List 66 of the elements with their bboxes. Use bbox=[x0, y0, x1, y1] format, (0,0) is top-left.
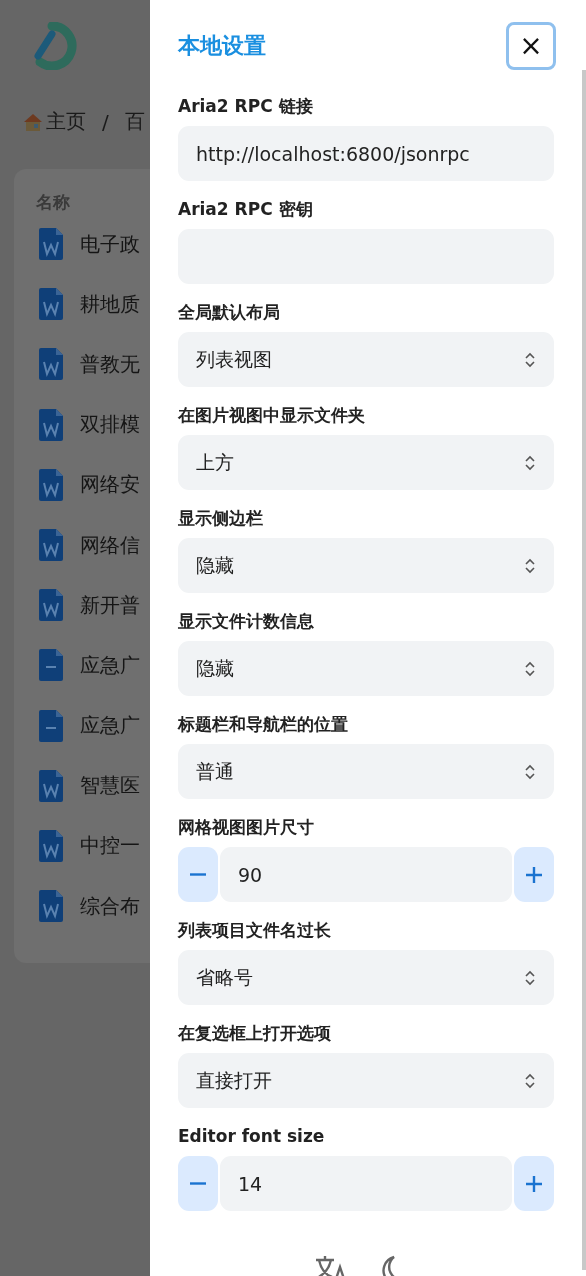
word-file-icon bbox=[39, 408, 63, 441]
word-file-icon bbox=[39, 829, 63, 862]
number-input[interactable]: 90 bbox=[220, 847, 512, 902]
field-label: 列表项目文件名过长 bbox=[178, 919, 331, 942]
field-label: 全局默认布局 bbox=[178, 301, 280, 324]
file-name[interactable]: 应急广 bbox=[80, 712, 140, 740]
chevron-updown-icon bbox=[524, 454, 536, 471]
file-name[interactable]: 综合布 bbox=[80, 892, 140, 920]
field-label: 在图片视图中显示文件夹 bbox=[178, 404, 365, 427]
decrement-button[interactable] bbox=[178, 847, 218, 902]
field-label: Aria2 RPC 链接 bbox=[178, 95, 313, 118]
plus-icon bbox=[525, 865, 543, 884]
file-name[interactable]: 普教无 bbox=[80, 350, 140, 378]
select-field[interactable]: 普通 bbox=[178, 744, 554, 799]
field-label: 显示侧边栏 bbox=[178, 507, 263, 530]
chevron-updown-icon bbox=[524, 763, 536, 780]
breadcrumb-link[interactable]: 百 bbox=[124, 108, 145, 135]
word-file-icon bbox=[39, 288, 63, 321]
select-field[interactable]: 隐藏 bbox=[178, 641, 554, 696]
chevron-updown-icon bbox=[524, 557, 536, 574]
file-name[interactable]: 新开普 bbox=[80, 591, 140, 619]
field-label: 显示文件计数信息 bbox=[178, 610, 314, 633]
field-label: Editor font size bbox=[178, 1125, 325, 1148]
number-input[interactable]: 14 bbox=[220, 1156, 512, 1211]
select-field[interactable]: 上方 bbox=[178, 435, 554, 490]
file-name[interactable]: 双排模 bbox=[80, 411, 140, 439]
select-field[interactable]: 隐藏 bbox=[178, 538, 554, 593]
chevron-updown-icon bbox=[524, 351, 536, 368]
word-file-icon bbox=[39, 348, 63, 381]
increment-button[interactable] bbox=[514, 847, 554, 902]
plus-icon bbox=[525, 1174, 543, 1193]
decrement-button[interactable] bbox=[178, 1156, 218, 1211]
file-name[interactable]: 耕地质 bbox=[80, 290, 140, 318]
chevron-updown-icon bbox=[524, 1072, 536, 1089]
file-icon bbox=[39, 649, 63, 682]
file-name[interactable]: 应急广 bbox=[80, 651, 140, 679]
minus-icon bbox=[189, 1182, 207, 1185]
breadcrumb-link[interactable]: 主页 bbox=[22, 108, 86, 135]
chevron-updown-icon bbox=[524, 969, 536, 986]
drawer-title: 本地设置 bbox=[178, 32, 266, 60]
file-icon bbox=[39, 709, 63, 742]
field-label: 标题栏和导航栏的位置 bbox=[178, 713, 348, 736]
house-icon bbox=[22, 111, 44, 132]
input-field[interactable]: http://localhost:6800/jsonrpc bbox=[178, 126, 554, 181]
file-name[interactable]: 智慧医 bbox=[80, 772, 140, 800]
breadcrumb-separator: / bbox=[102, 109, 109, 134]
file-name[interactable]: 网络安 bbox=[80, 471, 140, 499]
file-name[interactable]: 网络信 bbox=[80, 531, 140, 559]
select-field[interactable]: 列表视图 bbox=[178, 332, 554, 387]
word-file-icon bbox=[39, 890, 63, 923]
field-label: 在复选框上打开选项 bbox=[178, 1022, 331, 1045]
select-field[interactable]: 省略号 bbox=[178, 950, 554, 1005]
select-field[interactable]: 直接打开 bbox=[178, 1053, 554, 1108]
word-file-icon bbox=[39, 529, 63, 562]
word-file-icon bbox=[39, 468, 63, 501]
field-label: Aria2 RPC 密钥 bbox=[178, 198, 313, 221]
file-name[interactable]: 中控一 bbox=[80, 832, 140, 860]
file-name[interactable]: 电子政 bbox=[80, 230, 140, 258]
chevron-updown-icon bbox=[524, 660, 536, 677]
word-file-icon bbox=[39, 228, 63, 261]
word-file-icon bbox=[39, 769, 63, 802]
minus-icon bbox=[189, 873, 207, 876]
increment-button[interactable] bbox=[514, 1156, 554, 1211]
close-button[interactable]: × bbox=[506, 22, 556, 70]
word-file-icon bbox=[39, 589, 63, 622]
field-label: 网格视图图片尺寸 bbox=[178, 816, 314, 839]
